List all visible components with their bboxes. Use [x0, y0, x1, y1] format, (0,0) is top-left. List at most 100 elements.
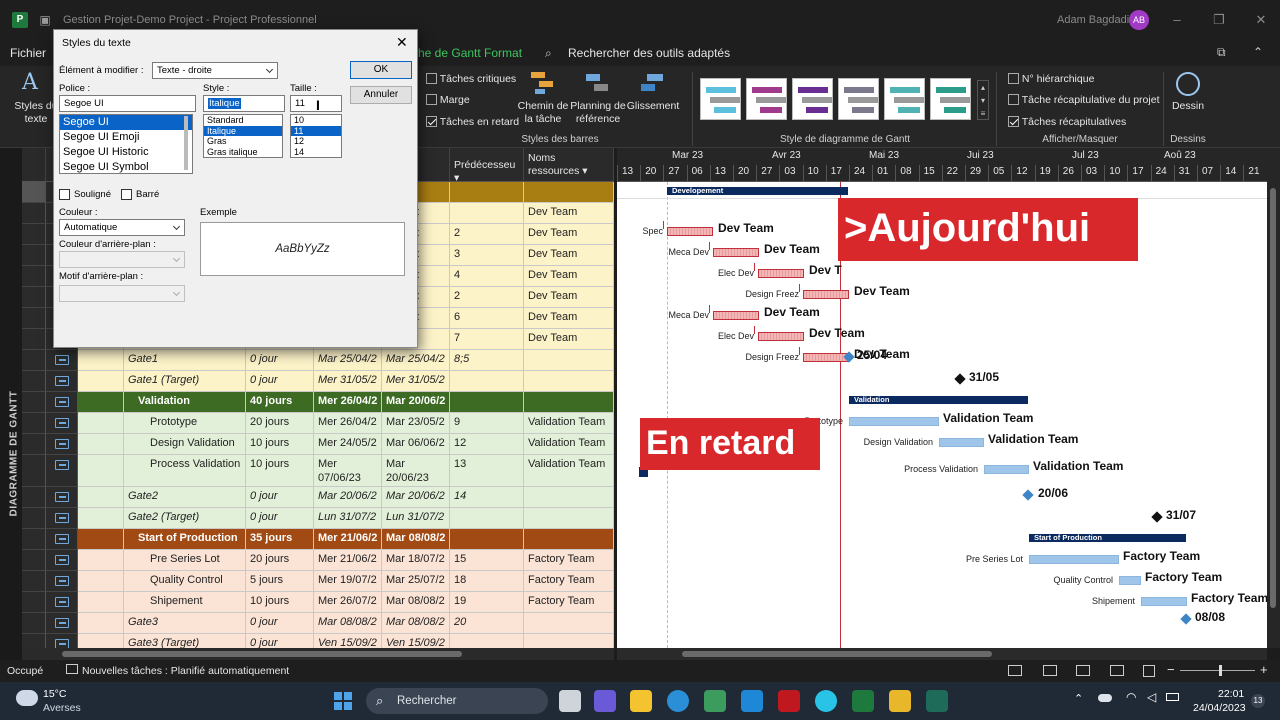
font-option[interactable]: Segoe UI Emoji [60, 130, 192, 145]
cell-start[interactable]: Mar 20/06/2 [314, 487, 382, 508]
cell-end[interactable]: Mar 06/06/2 [382, 434, 450, 455]
cell-name[interactable]: Prototype [124, 413, 246, 434]
cell-name[interactable]: Validation [124, 392, 246, 413]
element-select[interactable]: Texte - droite [152, 62, 278, 79]
volume-icon[interactable]: ◁ [1147, 690, 1156, 704]
cell-name[interactable]: Shipement [124, 592, 246, 613]
cell-end[interactable]: Mer 31/05/2 [382, 371, 450, 392]
cell-name[interactable]: Design Validation [124, 434, 246, 455]
table-hscroll[interactable] [22, 648, 614, 660]
table-row[interactable]: Gate3 (Target) 0 jour Ven 15/09/2 Ven 15/09… [22, 634, 614, 648]
cell-end[interactable]: Mar 20/06/23 [382, 455, 450, 487]
style-input[interactable]: Italique [203, 95, 285, 112]
cell-res[interactable] [524, 487, 614, 508]
cell-res[interactable]: Factory Team [524, 550, 614, 571]
team-planner-icon[interactable] [1076, 665, 1090, 676]
task-bar[interactable] [758, 269, 804, 278]
cell-start[interactable]: Mer 19/07/2 [314, 571, 382, 592]
select-all-corner[interactable] [22, 148, 46, 182]
cell-res[interactable] [524, 529, 614, 550]
battery-icon[interactable] [1166, 693, 1179, 701]
gantt-style-swatch[interactable] [884, 78, 925, 120]
cell-end[interactable]: Lun 31/07/2 [382, 508, 450, 529]
font-list-scroll[interactable] [184, 116, 188, 170]
learn-icon[interactable] [741, 690, 763, 712]
row-number[interactable] [22, 287, 46, 308]
cell-start[interactable]: Mer 26/04/2 [314, 392, 382, 413]
cell-end[interactable]: Mar 25/07/2 [382, 571, 450, 592]
minimize-icon[interactable]: – [1169, 12, 1185, 28]
task-path-button[interactable]: Chemin de la tâche [514, 100, 572, 126]
cell-pred[interactable]: 20 [450, 613, 524, 634]
cell-pred[interactable]: 2 [450, 287, 524, 308]
cell-pred[interactable]: 19 [450, 592, 524, 613]
task-bar[interactable] [667, 227, 713, 236]
task-bar-label[interactable]: Elec Dev [718, 331, 754, 341]
tab-gantt-format[interactable]: he de Gantt Format [410, 40, 530, 66]
report-icon[interactable] [1143, 665, 1155, 677]
cell-name[interactable]: Gate1 [124, 350, 246, 371]
task-bar-label[interactable]: Spec [642, 226, 663, 236]
cell-res[interactable]: Validation Team [524, 413, 614, 434]
dialog-close-icon[interactable]: ✕ [396, 34, 408, 51]
row-number[interactable] [22, 392, 46, 413]
cell-res[interactable]: Factory Team [524, 592, 614, 613]
windows-start-icon[interactable] [334, 692, 352, 710]
task-bar[interactable] [803, 353, 849, 362]
cell-name[interactable]: Gate3 [124, 613, 246, 634]
project-taskbar-icon[interactable] [852, 690, 874, 712]
cell-res[interactable]: Validation Team [524, 434, 614, 455]
cell-end[interactable]: Mar 08/08/2 [382, 529, 450, 550]
cell-start[interactable]: Mer 26/04/2 [314, 413, 382, 434]
style-option[interactable]: Gras [204, 136, 282, 147]
cell-res[interactable]: Dev Team [524, 224, 614, 245]
task-view-icon[interactable] [559, 690, 581, 712]
ribbon-options-icon[interactable]: ⌃ [1253, 45, 1263, 59]
row-number[interactable] [22, 371, 46, 392]
critical-tasks-checkbox[interactable]: Tâches critiques [426, 72, 516, 85]
cell-dur[interactable]: 5 jours [246, 571, 314, 592]
cell-res[interactable] [524, 392, 614, 413]
task-bar-label[interactable]: Elec Dev [718, 268, 754, 278]
task-bar-label[interactable]: Meca Dev [668, 310, 709, 320]
cell-pred[interactable]: 8;5 [450, 350, 524, 371]
cell-pred[interactable]: 3 [450, 245, 524, 266]
style-option[interactable]: Standard [204, 115, 282, 126]
task-bar-label[interactable]: Quality Control [1053, 575, 1113, 585]
tray-chevron-icon[interactable]: ⌃ [1074, 692, 1083, 705]
cell-dur[interactable]: 20 jours [246, 550, 314, 571]
task-bar-label[interactable]: Design Freez [745, 352, 799, 362]
gantt-style-swatch[interactable] [700, 78, 741, 120]
power-bi-icon[interactable] [889, 690, 911, 712]
table-row[interactable]: Start of Production 35 jours Mer 21/06/2 Ma… [22, 529, 614, 550]
task-bar-label[interactable]: Design Freez [745, 289, 799, 299]
cell-start[interactable]: Mer 21/06/2 [314, 529, 382, 550]
zoom-slider[interactable] [1180, 670, 1255, 671]
task-bar[interactable] [849, 417, 939, 426]
cell-pred[interactable] [450, 203, 524, 224]
cell-name[interactable]: Quality Control [124, 571, 246, 592]
task-bar[interactable] [1029, 555, 1119, 564]
row-number[interactable] [22, 529, 46, 550]
resource-column-header[interactable]: Noms ressources ▾ [524, 148, 614, 182]
cell-pred[interactable]: 2 [450, 224, 524, 245]
zoom-slider-thumb[interactable] [1219, 665, 1222, 676]
task-usage-icon[interactable] [1043, 665, 1057, 676]
cell-res[interactable]: Validation Team [524, 455, 614, 487]
avatar[interactable]: AB [1129, 10, 1149, 30]
gantt-style-swatch[interactable] [746, 78, 787, 120]
gantt-style-swatch[interactable] [838, 78, 879, 120]
zoom-out-icon[interactable]: − [1167, 662, 1175, 677]
style-list[interactable]: Standard Italique Gras Gras italique [203, 114, 283, 158]
cell-dur[interactable]: 0 jour [246, 371, 314, 392]
task-bar-label[interactable]: Meca Dev [668, 247, 709, 257]
cell-dur[interactable]: 0 jour [246, 350, 314, 371]
cell-end[interactable]: Ven 15/09/2 [382, 634, 450, 648]
cell-dur[interactable]: 35 jours [246, 529, 314, 550]
cell-start[interactable]: Mer 21/06/2 [314, 550, 382, 571]
cell-name[interactable]: Process Validation [124, 455, 246, 487]
row-number[interactable] [22, 308, 46, 329]
cell-pred[interactable]: 6 [450, 308, 524, 329]
wbs-checkbox[interactable]: N° hiérarchique [1008, 72, 1094, 85]
app-icon[interactable] [926, 690, 948, 712]
